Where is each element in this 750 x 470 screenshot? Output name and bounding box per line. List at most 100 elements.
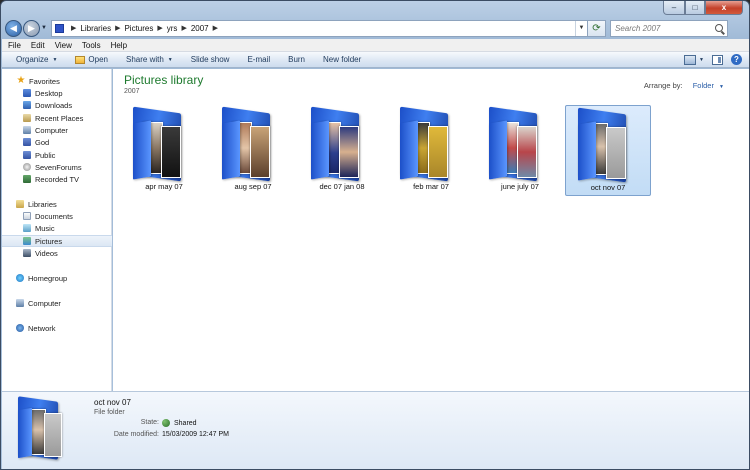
downloads-icon	[23, 101, 31, 109]
minimize-button[interactable]: –	[663, 1, 685, 15]
search-icon	[715, 23, 723, 32]
refresh-icon[interactable]: ⟳	[587, 20, 605, 36]
recorded-tv-icon	[23, 175, 31, 183]
details-state-text: Shared	[174, 419, 197, 427]
nav-favorites-label: Favorites	[29, 76, 60, 86]
nav-item-sevenforums[interactable]: SevenForums	[2, 161, 112, 173]
details-pane: oct nov 07 File folder State: Shared Dat…	[2, 391, 749, 469]
details-modified-label: Date modified:	[113, 431, 159, 438]
breadcrumb-pictures[interactable]: Pictures	[124, 24, 153, 33]
navigation-pane: ★ Favorites Desktop Downloads Recent Pla…	[2, 69, 112, 391]
close-button[interactable]: x	[705, 1, 743, 15]
nav-item-music[interactable]: Music	[2, 222, 112, 234]
forward-button[interactable]: ▶	[23, 19, 40, 37]
preview-pane-icon[interactable]	[712, 54, 723, 65]
open-button[interactable]: Open	[75, 55, 108, 64]
menu-tools[interactable]: Tools	[82, 41, 101, 50]
menu-view[interactable]: View	[55, 41, 72, 50]
nav-favorites[interactable]: ★ Favorites	[2, 75, 112, 87]
breadcrumb-libraries[interactable]: Libraries	[80, 24, 111, 33]
library-title: Pictures library	[124, 73, 204, 87]
chevron-down-icon[interactable]: ▼	[719, 84, 724, 90]
nav-item-label: Computer	[35, 125, 68, 135]
back-button[interactable]: ◀	[5, 19, 22, 37]
new-folder-label: New folder	[323, 55, 362, 64]
nav-item-videos[interactable]: Videos	[2, 247, 112, 259]
desktop-icon	[23, 89, 31, 97]
folder-item[interactable]: june july 07	[477, 105, 563, 196]
chevron-right-icon[interactable]: ▶	[71, 24, 76, 32]
recent-pages-dropdown[interactable]: ▼	[40, 25, 48, 31]
favorites-star-icon: ★	[16, 75, 26, 86]
folder-thumbnail-icon	[572, 107, 644, 183]
explorer-window: – □ x ◀ ▶ ▼ ▶ Libraries ▶ Pictures ▶ yrs…	[0, 0, 750, 470]
caption-buttons: – □ x	[663, 1, 743, 15]
breadcrumb-2007[interactable]: 2007	[191, 24, 209, 33]
nav-item-documents[interactable]: Documents	[2, 210, 112, 222]
nav-computer[interactable]: Computer	[2, 297, 112, 309]
address-history-dropdown[interactable]: ▼	[575, 20, 587, 36]
nav-item-desktop[interactable]: Desktop	[2, 87, 112, 99]
folder-thumbnail-icon	[216, 106, 288, 182]
nav-item-computer-fav[interactable]: Computer	[2, 124, 112, 136]
folder-item[interactable]: aug sep 07	[210, 105, 296, 196]
file-list: Pictures library 2007 Arrange by: Folder…	[113, 69, 749, 391]
arrange-by-dropdown[interactable]: Folder	[693, 81, 714, 90]
arrange-by-label: Arrange by:	[643, 81, 683, 90]
breadcrumb-yrs[interactable]: yrs	[167, 24, 178, 33]
folder-item-selected[interactable]: oct nov 07	[565, 105, 651, 196]
homegroup-icon	[16, 274, 24, 282]
nav-item-recent-places[interactable]: Recent Places	[2, 112, 112, 124]
burn-button[interactable]: Burn	[288, 55, 305, 64]
slide-show-button[interactable]: Slide show	[191, 55, 230, 64]
search-input[interactable]: Search 2007	[610, 19, 728, 37]
folder-name: apr may 07	[145, 182, 183, 191]
videos-icon	[23, 249, 31, 257]
maximize-button[interactable]: □	[685, 1, 705, 15]
network-icon	[16, 324, 24, 332]
help-icon[interactable]: ?	[731, 54, 742, 65]
nav-item-downloads[interactable]: Downloads	[2, 99, 112, 111]
command-bar: Organize ▼ Open Share with ▼ Slide show E-…	[2, 52, 749, 68]
chevron-down-icon: ▼	[167, 56, 173, 63]
folder-name: dec 07 jan 08	[319, 182, 365, 191]
folder-name: feb mar 07	[413, 182, 449, 191]
nav-item-pictures[interactable]: Pictures	[2, 235, 112, 247]
chevron-right-icon[interactable]: ▶	[157, 24, 162, 32]
nav-item-label: Downloads	[35, 100, 73, 110]
email-button[interactable]: E-mail	[247, 55, 270, 64]
address-row: ◀ ▶ ▼ ▶ Libraries ▶ Pictures ▶ yrs ▶ 200…	[5, 18, 745, 38]
folder-thumbnail-icon	[16, 396, 72, 463]
public-folder-icon	[23, 151, 31, 159]
user-folder-icon	[23, 138, 31, 146]
library-subtitle: 2007	[124, 88, 140, 95]
nav-network[interactable]: Network	[2, 322, 112, 334]
menu-edit[interactable]: Edit	[31, 41, 45, 50]
nav-libraries[interactable]: Libraries	[2, 198, 112, 210]
nav-homegroup[interactable]: Homegroup	[2, 272, 112, 284]
chevron-down-icon[interactable]: ▼	[699, 57, 704, 63]
folder-item[interactable]: apr may 07	[121, 105, 207, 196]
nav-item-recorded-tv[interactable]: Recorded TV	[2, 173, 112, 185]
folder-thumbnail-icon	[483, 106, 555, 182]
chevron-right-icon[interactable]: ▶	[115, 24, 120, 32]
menu-help[interactable]: Help	[111, 41, 127, 50]
folder-thumbnail-icon	[305, 106, 377, 182]
folder-item[interactable]: dec 07 jan 08	[299, 105, 385, 196]
address-bar[interactable]: ▶ Libraries ▶ Pictures ▶ yrs ▶ 2007 ▶ ▼ …	[51, 19, 606, 37]
nav-item-public[interactable]: Public	[2, 149, 112, 161]
chevron-right-icon[interactable]: ▶	[181, 24, 186, 32]
folder-thumbnail-icon	[127, 106, 199, 182]
folder-name: oct nov 07	[590, 183, 626, 192]
change-view-icon[interactable]	[684, 54, 697, 65]
new-folder-button[interactable]: New folder	[323, 55, 361, 64]
chevron-right-icon[interactable]: ▶	[213, 24, 218, 32]
menu-file[interactable]: File	[8, 41, 21, 50]
share-with-button[interactable]: Share with ▼	[126, 55, 173, 64]
folder-item[interactable]: feb mar 07	[388, 105, 474, 196]
organize-label: Organize	[16, 55, 49, 64]
folder-thumbnail-icon	[394, 106, 466, 182]
nav-item-god[interactable]: God	[2, 136, 112, 148]
nav-item-label: Documents	[35, 211, 73, 221]
organize-button[interactable]: Organize ▼	[16, 55, 57, 64]
